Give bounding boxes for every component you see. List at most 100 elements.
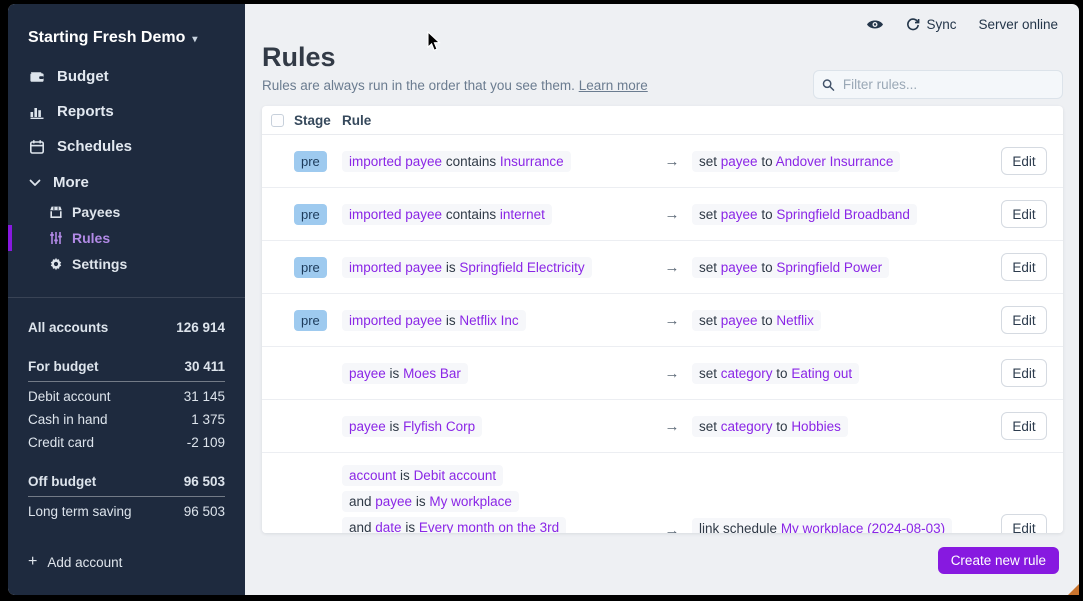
rule-row[interactable]: preimported payee is Netflix Inc→set pay… [262,294,1063,347]
column-header-stage: Stage [294,113,342,128]
account-group-balance: 126 914 [176,320,225,335]
account-name: Cash in hand [28,412,108,427]
rule-arrow-icon: → [652,522,692,533]
edit-button[interactable]: Edit [1001,253,1047,281]
sidebar-item-schedules[interactable]: Schedules [8,129,245,164]
sidebar-item-settings[interactable]: Settings [8,251,245,277]
rule-text-segment: payee [721,207,758,222]
condition-chip: payee is Flyfish Corp [342,416,482,437]
account-row[interactable]: Debit account31 145 [28,385,225,408]
rule-text-segment: category [721,419,773,434]
rule-action-cell: set payee to Springfield Power [692,257,985,278]
rule-action-cell: set category to Hobbies [692,416,985,437]
rule-row[interactable]: account is Debit accountand payee is My … [262,453,1063,533]
rule-conditions-cell: payee is Moes Bar [342,363,652,384]
rule-conditions-cell: imported payee contains Insurrance [342,151,652,172]
sidebar-item-rules[interactable]: Rules [8,225,245,251]
rule-action-cell: set payee to Netflix [692,310,985,331]
sync-label: Sync [926,17,956,32]
server-status[interactable]: Server online [978,17,1058,32]
rule-row[interactable]: preimported payee contains Insurrance→se… [262,135,1063,188]
rule-text-segment: My workplace [429,494,512,509]
account-group: All accounts126 914 [28,316,225,339]
action-chip: set category to Eating out [692,363,859,384]
rule-text-segment: Andover Insurrance [776,154,894,169]
account-row[interactable]: Long term saving96 503 [28,500,225,523]
account-group-header[interactable]: For budget 30 411 [28,355,225,382]
rule-text-segment: contains [442,207,500,222]
edit-button[interactable]: Edit [1001,514,1047,533]
filter-rules-input[interactable] [841,76,1054,93]
account-group-header[interactable]: Off budget 96 503 [28,470,225,497]
wallet-icon [29,69,45,85]
sliders-icon [49,231,63,245]
rule-text-segment: set [699,207,721,222]
action-chip: set payee to Netflix [692,310,821,331]
rule-action-cell: set category to Eating out [692,363,985,384]
gear-icon [49,257,63,271]
edit-button[interactable]: Edit [1001,200,1047,228]
sync-button[interactable]: Sync [906,17,956,32]
main-content: Sync Server online Rules Rules are alway… [245,4,1079,595]
rule-text-segment: imported payee [349,154,442,169]
rule-text-segment: Springfield Power [776,260,882,275]
rule-text-segment: is [386,419,403,434]
rule-row[interactable]: preimported payee contains internet→set … [262,188,1063,241]
rule-text-segment: to [758,154,776,169]
rule-arrow-icon: → [652,418,692,435]
rule-row[interactable]: payee is Flyfish Corp →set category to Ho… [262,400,1063,453]
page-title: Rules [262,41,1079,73]
create-new-rule-button[interactable]: Create new rule [938,547,1059,574]
edit-button[interactable]: Edit [1001,147,1047,175]
topbar: Sync Server online [245,4,1079,32]
rule-text-segment: is [396,468,413,483]
account-row[interactable]: Credit card-2 109 [28,431,225,454]
sidebar-item-more[interactable]: More [8,164,245,199]
rule-text-segment: is [386,366,403,381]
condition-chip: imported payee is Springfield Electricit… [342,257,592,278]
account-row[interactable]: Cash in hand1 375 [28,408,225,431]
rule-text-segment: imported payee [349,207,442,222]
rule-row[interactable]: payee is Moes Bar→set category to Eating… [262,347,1063,400]
column-header-rule: Rule [342,113,652,128]
account-group: For budget30 411Debit account31 145Cash … [28,355,225,454]
rule-row[interactable]: preimported payee is Springfield Electri… [262,241,1063,294]
privacy-eye-button[interactable] [866,18,884,31]
edit-button[interactable]: Edit [1001,359,1047,387]
sidebar-item-reports[interactable]: Reports [8,94,245,129]
sidebar-item-payees[interactable]: Payees [8,199,245,225]
sidebar-item-budget[interactable]: Budget [8,59,245,94]
rule-text-segment: to [773,366,792,381]
action-chip: set payee to Andover Insurrance [692,151,900,172]
dropdown-caret-icon: ▾ [192,34,197,45]
edit-button[interactable]: Edit [1001,412,1047,440]
subtitle-text: Rules are always run in the order that y… [262,78,575,93]
edit-button[interactable]: Edit [1001,306,1047,334]
learn-more-link[interactable]: Learn more [579,78,648,93]
account-group-balance: 96 503 [184,474,225,489]
rule-text-segment: payee [349,419,386,434]
rule-stage-cell: pre [294,204,342,225]
account-name: Debit account [28,389,111,404]
rule-edit-cell: Edit [985,514,1063,533]
account-group-header[interactable]: All accounts126 914 [28,316,225,339]
budget-file-menu[interactable]: Starting Fresh Demo ▾ [28,29,245,47]
sidebar-item-label: Reports [57,103,114,120]
action-chip: set category to Hobbies [692,416,848,437]
sidebar-item-label: Settings [72,256,127,272]
select-all-checkbox[interactable] [271,114,284,127]
store-icon [49,205,63,219]
sidebar: Starting Fresh Demo ▾ Budget Reports [8,4,245,595]
rule-text-segment: payee [375,494,412,509]
sync-icon [906,18,920,32]
rule-text-segment: contains [442,154,500,169]
account-group-balance: 30 411 [184,359,225,374]
window-resize-handle[interactable] [1068,584,1079,595]
rules-table-body: preimported payee contains Insurrance→se… [262,135,1063,533]
account-group-label: Off budget [28,474,96,489]
account-group-label: For budget [28,359,99,374]
rule-text-segment: account [349,468,396,483]
account-balance: -2 109 [187,435,225,450]
add-account-button[interactable]: + Add account [28,554,245,570]
rule-text-segment: category [721,366,773,381]
